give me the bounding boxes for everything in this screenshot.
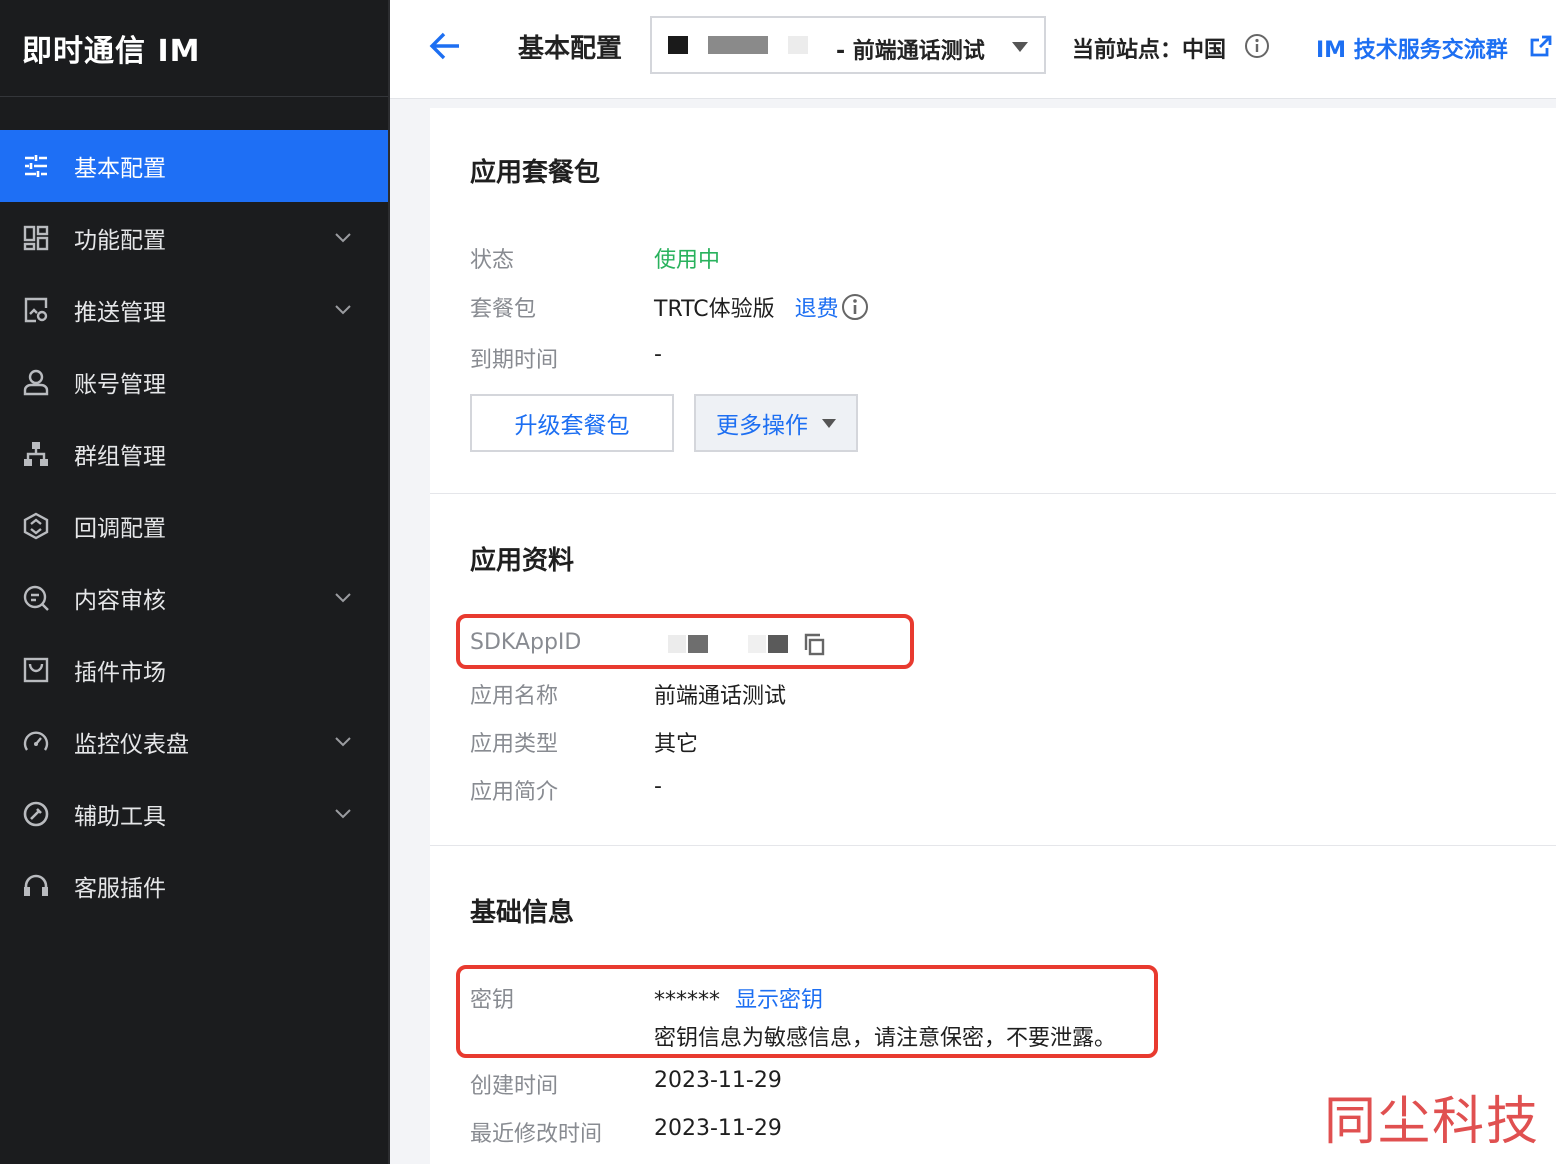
secret-key-hint: 密钥信息为敏感信息，请注意保密，不要泄露。: [654, 1026, 1117, 1051]
plan-label: 套餐包: [470, 297, 537, 322]
button-label: 更多操作: [716, 413, 808, 439]
plan-row: TRTC体验版 退费: [654, 291, 869, 323]
user-icon: [22, 368, 50, 396]
sidebar-item-monitor-dashboard[interactable]: 监控仪表盘: [0, 706, 388, 778]
redacted-app-id: [668, 36, 688, 54]
modified-value: 2023-11-29: [654, 1116, 782, 1141]
sidebar-item-tools[interactable]: 辅助工具: [0, 778, 388, 850]
app-type-label: 应用类型: [470, 732, 559, 757]
main-card: 应用套餐包 状态 使用中 套餐包 TRTC体验版 退费 到期时间 - 升级套餐包…: [430, 108, 1556, 1164]
sidebar-item-basic-config[interactable]: 基本配置: [0, 130, 388, 202]
app-selector[interactable]: - 前端通话测试: [650, 16, 1046, 74]
dashboard-grid-icon: [22, 224, 50, 252]
headset-icon: [22, 872, 50, 900]
section-title-app-info: 应用资料: [470, 546, 575, 576]
product-title: 即时通信 IM: [0, 0, 388, 97]
divider: [430, 493, 1556, 494]
redacted-sdkappid: [768, 635, 788, 653]
current-site: 当前站点：中国: [1072, 38, 1227, 63]
status-value: 使用中: [654, 248, 721, 273]
sidebar-item-customer-service[interactable]: 客服插件: [0, 850, 388, 922]
sidebar: 即时通信 IM 基本配置 功能配置 推送管理 账号管理 群组管理 回调配置 内容…: [0, 0, 390, 1164]
sidebar-item-label: 监控仪表盘: [74, 732, 189, 758]
chevron-down-icon: [335, 809, 351, 819]
content-audit-icon: [22, 584, 50, 612]
info-icon[interactable]: [841, 293, 869, 321]
sidebar-item-label: 推送管理: [74, 300, 166, 326]
info-icon[interactable]: [1244, 33, 1270, 59]
gauge-icon: [22, 728, 50, 756]
redacted-sdkappid: [668, 635, 686, 653]
caret-down-icon: [822, 418, 836, 428]
watermark: 同尘科技: [1323, 1092, 1540, 1152]
back-arrow-icon[interactable]: [428, 29, 462, 63]
more-actions-button[interactable]: 更多操作: [694, 394, 858, 452]
community-link[interactable]: IM 技术服务交流群: [1316, 32, 1508, 64]
refund-link[interactable]: 退费: [795, 291, 839, 323]
top-bar: 基本配置 - 前端通话测试 当前站点：中国 IM 技术服务交流群: [390, 0, 1556, 99]
sidebar-item-label: 客服插件: [74, 876, 166, 902]
sidebar-item-label: 内容审核: [74, 588, 166, 614]
sidebar-item-accounts[interactable]: 账号管理: [0, 346, 388, 418]
redacted-sdkappid: [748, 635, 766, 653]
org-chart-icon: [22, 440, 50, 468]
divider: [430, 845, 1556, 846]
plan-value: TRTC体验版: [654, 297, 775, 322]
copy-icon[interactable]: [802, 632, 826, 656]
sidebar-item-callback[interactable]: 回调配置: [0, 490, 388, 562]
app-name-label: 应用名称: [470, 684, 559, 709]
sidebar-item-plugin-market[interactable]: 插件市场: [0, 634, 388, 706]
sidebar-item-feature-config[interactable]: 功能配置: [0, 202, 388, 274]
redacted-app-id: [788, 36, 808, 54]
callback-icon: [22, 512, 50, 540]
expire-value: -: [654, 342, 662, 367]
sliders-icon: [22, 152, 50, 180]
sdkappid-label: SDKAppID: [470, 630, 582, 655]
chevron-down-icon: [335, 305, 351, 315]
upgrade-package-button[interactable]: 升级套餐包: [470, 394, 674, 452]
app-intro-value: -: [654, 774, 662, 799]
status-label: 状态: [470, 248, 515, 273]
secret-key-label: 密钥: [470, 988, 515, 1013]
section-title-package: 应用套餐包: [470, 158, 601, 188]
app-selector-value: - 前端通话测试: [836, 39, 985, 64]
external-link-icon[interactable]: [1530, 35, 1552, 57]
sidebar-item-label: 基本配置: [74, 156, 166, 182]
chevron-down-icon: [335, 737, 351, 747]
secret-key-row: ****** 显示密钥: [654, 982, 823, 1014]
sidebar-item-label: 群组管理: [74, 444, 166, 470]
app-name-value: 前端通话测试: [654, 684, 787, 709]
page-title: 基本配置: [518, 34, 623, 64]
modified-label: 最近修改时间: [470, 1122, 603, 1147]
sidebar-item-push[interactable]: 推送管理: [0, 274, 388, 346]
secret-key-mask: ******: [654, 988, 720, 1013]
show-key-link[interactable]: 显示密钥: [735, 988, 823, 1013]
section-title-basic-info: 基础信息: [470, 898, 575, 928]
sidebar-item-label: 功能配置: [74, 228, 166, 254]
push-icon: [22, 296, 50, 324]
created-value: 2023-11-29: [654, 1068, 782, 1093]
sidebar-item-label: 插件市场: [74, 660, 166, 686]
chevron-down-icon: [335, 593, 351, 603]
chevron-down-icon: [335, 233, 351, 243]
sidebar-item-label: 辅助工具: [74, 804, 166, 830]
tools-icon: [22, 800, 50, 828]
redacted-app-id: [708, 36, 768, 54]
sidebar-nav: 基本配置 功能配置 推送管理 账号管理 群组管理 回调配置 内容审核 插件市场 …: [0, 130, 388, 922]
app-type-value: 其它: [654, 732, 699, 757]
app-intro-label: 应用简介: [470, 780, 559, 805]
caret-down-icon: [1012, 42, 1028, 52]
redacted-sdkappid: [688, 635, 708, 653]
sidebar-item-content-audit[interactable]: 内容审核: [0, 562, 388, 634]
expire-label: 到期时间: [470, 348, 559, 373]
sidebar-item-label: 账号管理: [74, 372, 166, 398]
sidebar-item-groups[interactable]: 群组管理: [0, 418, 388, 490]
sidebar-item-label: 回调配置: [74, 516, 166, 542]
created-label: 创建时间: [470, 1074, 559, 1099]
button-label: 升级套餐包: [514, 413, 630, 439]
plugin-market-icon: [22, 656, 50, 684]
